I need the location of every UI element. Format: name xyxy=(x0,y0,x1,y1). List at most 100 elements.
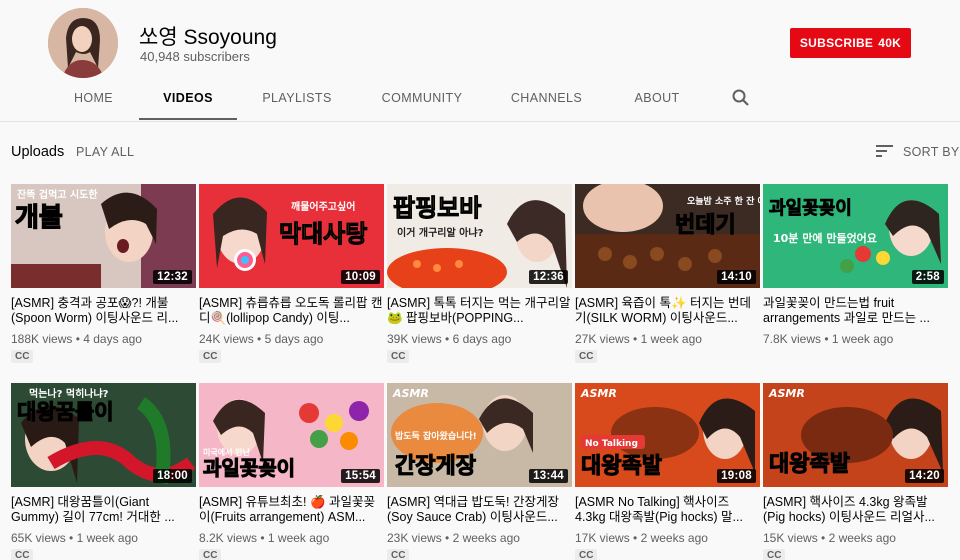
video-thumbnail[interactable]: ASMR No Talking 대왕족발 19:08 xyxy=(575,383,760,487)
tab-channels[interactable]: CHANNELS xyxy=(487,76,606,120)
video-duration: 14:10 xyxy=(717,270,756,284)
video-title[interactable]: [ASMR] 톡톡 터지는 먹는 개구리알🐸 팝핑보바(POPPING... xyxy=(387,296,572,326)
video-thumbnail[interactable]: 잔뜩 겁먹고 시도한 개불 12:32 xyxy=(11,184,196,288)
video-duration: 19:08 xyxy=(717,469,756,483)
thumb-subtitle: 오늘밤 소주 한 잔 어때요? xyxy=(687,195,760,207)
subscribe-button[interactable]: SUBSCRIBE 40K xyxy=(790,28,911,58)
video-thumbnail[interactable]: 과일꽃꽂이 10분 만에 만들었어요 2:58 xyxy=(763,184,948,288)
video-card[interactable]: 잔뜩 겁먹고 시도한 개불 12:32 [ASMR] 충격과 공포😱?! 개불 … xyxy=(11,184,196,364)
upload-age: 1 week ago xyxy=(76,531,138,545)
upload-age: 1 week ago xyxy=(831,332,894,346)
thumb-title: 대왕족발 xyxy=(769,452,850,477)
subscribe-label: SUBSCRIBE xyxy=(799,36,874,50)
header-divider xyxy=(0,121,960,122)
video-duration: 14:20 xyxy=(905,469,944,483)
video-meta: 39K views • 6 days ago xyxy=(387,332,512,346)
thumb-subtitle: 깨물어주고싶어 xyxy=(291,200,355,213)
cc-badge: CC xyxy=(575,350,598,363)
thumb-title: 막대사탕 xyxy=(279,220,367,248)
video-meta: 8.2K views • 1 week ago xyxy=(199,531,330,545)
view-count: 23K views xyxy=(387,531,442,545)
video-title[interactable]: [ASMR] 충격과 공포😱?! 개불 (Spoon Worm) 이팅사운드 리… xyxy=(11,296,196,326)
thumb-subtitle: 밥도둑 잡아왔습니다! xyxy=(395,430,477,442)
thumb-title: 과일꽃꽂이 xyxy=(203,456,295,480)
play-all-button[interactable]: PLAY ALL xyxy=(76,145,134,159)
video-title[interactable]: [ASMR No Talking] 핵사이즈 4.3kg 대왕족발(Pig ho… xyxy=(575,495,760,525)
subscribe-count: 40K xyxy=(878,36,902,50)
view-count: 188K views xyxy=(11,332,73,346)
video-thumbnail[interactable]: 깨물어주고싶어 막대사탕 10:09 xyxy=(199,184,384,288)
video-title[interactable]: 과일꽃꽂이 만드는법 fruit arrangements 과일로 만드는 ..… xyxy=(763,296,948,326)
video-thumbnail[interactable]: 팝핑보바 이거 개구리알 아냐? 12:36 xyxy=(387,184,572,288)
video-meta: 15K views • 2 weeks ago xyxy=(763,531,896,545)
uploads-title: Uploads xyxy=(11,144,65,160)
tab-playlists[interactable]: PLAYLISTS xyxy=(237,76,357,120)
tab-about[interactable]: ABOUT xyxy=(606,76,708,120)
thumb-subtitle: 10분 만에 만들었어요 xyxy=(773,231,877,245)
tab-videos[interactable]: VIDEOS xyxy=(139,76,237,120)
video-meta: 23K views • 2 weeks ago xyxy=(387,531,520,545)
upload-age: 2 weeks ago xyxy=(640,531,708,545)
video-duration: 10:09 xyxy=(341,270,380,284)
thumb-title: 번데기 xyxy=(675,213,736,238)
video-card[interactable]: ASMR 밥도둑 잡아왔습니다! 간장게장 13:44 [ASMR] 역대급 밥… xyxy=(387,383,572,560)
video-card[interactable]: ASMR No Talking 대왕족발 19:08 [ASMR No Talk… xyxy=(575,383,760,560)
view-count: 17K views xyxy=(575,531,630,545)
tab-community[interactable]: COMMUNITY xyxy=(357,76,487,120)
video-duration: 12:32 xyxy=(153,270,192,284)
cc-badge: CC xyxy=(575,549,598,560)
view-count: 39K views xyxy=(387,332,442,346)
cc-badge: CC xyxy=(763,549,786,560)
thumb-subtitle: No Talking xyxy=(585,439,638,449)
channel-header: 쏘영 Ssoyoung 40,948 subscribers SUBSCRIBE… xyxy=(0,0,960,121)
search-icon[interactable] xyxy=(731,88,751,108)
thumb-title: 대왕족발 xyxy=(581,454,662,479)
video-meta: 24K views • 5 days ago xyxy=(199,332,324,346)
thumb-subtitle: 잔뜩 겁먹고 시도한 xyxy=(17,188,98,201)
cc-badge: CC xyxy=(199,549,222,560)
video-duration: 15:54 xyxy=(341,469,380,483)
video-meta: 65K views • 1 week ago xyxy=(11,531,138,545)
video-title[interactable]: [ASMR] 역대급 밥도둑! 간장게장 (Soy Sauce Crab) 이팅… xyxy=(387,495,572,525)
sort-by-button[interactable]: SORT BY xyxy=(903,145,960,159)
video-thumbnail[interactable]: 먹는나? 먹히나냐? 대왕꿈틀이 18:00 xyxy=(11,383,196,487)
video-card[interactable]: 과일꽃꽂이 10분 만에 만들었어요 2:58 과일꽃꽂이 만드는법 fruit… xyxy=(763,184,948,346)
subscriber-count: 40,948 subscribers xyxy=(140,49,250,64)
sort-icon[interactable] xyxy=(876,144,894,158)
thumb-subtitle: 이거 개구리알 아냐? xyxy=(397,226,484,239)
view-count: 7.8K views xyxy=(763,332,822,346)
tab-home[interactable]: HOME xyxy=(48,76,139,120)
view-count: 15K views xyxy=(763,531,818,545)
video-title[interactable]: [ASMR] 츄릅츄릅 오도독 롤리팝 캔디🍭(lollipop Candy) … xyxy=(199,296,384,326)
view-count: 65K views xyxy=(11,531,66,545)
view-count: 8.2K views xyxy=(199,531,258,545)
video-card[interactable]: ASMR 대왕족발 14:20 [ASMR] 핵사이즈 4.3kg 왕족발 (P… xyxy=(763,383,948,560)
video-thumbnail[interactable]: 오늘밤 소주 한 잔 어때요? 번데기 14:10 xyxy=(575,184,760,288)
cc-badge: CC xyxy=(11,549,34,560)
cc-badge: CC xyxy=(11,350,34,363)
video-thumbnail[interactable]: 미국에서 만난 과일꽃꽂이 15:54 xyxy=(199,383,384,487)
upload-age: 2 weeks ago xyxy=(452,531,520,545)
video-card[interactable]: 먹는나? 먹히나냐? 대왕꿈틀이 18:00 [ASMR] 대왕꿈틀이(Gian… xyxy=(11,383,196,560)
channel-avatar[interactable] xyxy=(48,8,118,78)
upload-age: 1 week ago xyxy=(640,332,702,346)
video-thumbnail[interactable]: ASMR 밥도둑 잡아왔습니다! 간장게장 13:44 xyxy=(387,383,572,487)
thumb-title: 대왕꿈틀이 xyxy=(17,400,114,424)
video-card[interactable]: 미국에서 만난 과일꽃꽂이 15:54 [ASMR] 유튜브최초! 🍎 과일꽃꽂… xyxy=(199,383,384,560)
video-title[interactable]: [ASMR] 유튜브최초! 🍎 과일꽃꽂이(Fruits arrangement… xyxy=(199,495,384,525)
video-meta: 17K views • 2 weeks ago xyxy=(575,531,708,545)
video-card[interactable]: 오늘밤 소주 한 잔 어때요? 번데기 14:10 [ASMR] 육즙이 톡✨ … xyxy=(575,184,760,364)
channel-tabs: HOME VIDEOS PLAYLISTS COMMUNITY CHANNELS… xyxy=(48,76,708,120)
video-title[interactable]: [ASMR] 핵사이즈 4.3kg 왕족발 (Pig hocks) 이팅사운드 … xyxy=(763,495,948,525)
video-title[interactable]: [ASMR] 육즙이 톡✨ 터지는 번데기(SILK WORM) 이팅사운드..… xyxy=(575,296,760,326)
video-card[interactable]: 팝핑보바 이거 개구리알 아냐? 12:36 [ASMR] 톡톡 터지는 먹는 … xyxy=(387,184,572,364)
channel-name: 쏘영 Ssoyoung xyxy=(139,26,277,49)
video-duration: 12:36 xyxy=(529,270,568,284)
upload-age: 5 days ago xyxy=(264,332,324,346)
upload-age: 1 week ago xyxy=(267,531,330,545)
video-thumbnail[interactable]: ASMR 대왕족발 14:20 xyxy=(763,383,948,487)
video-meta: 188K views • 4 days ago xyxy=(11,332,142,346)
video-title[interactable]: [ASMR] 대왕꿈틀이(Giant Gummy) 길이 77cm! 거대한 .… xyxy=(11,495,196,525)
video-card[interactable]: 깨물어주고싶어 막대사탕 10:09 [ASMR] 츄릅츄릅 오도독 롤리팝 캔… xyxy=(199,184,384,364)
upload-age: 4 days ago xyxy=(83,332,142,346)
